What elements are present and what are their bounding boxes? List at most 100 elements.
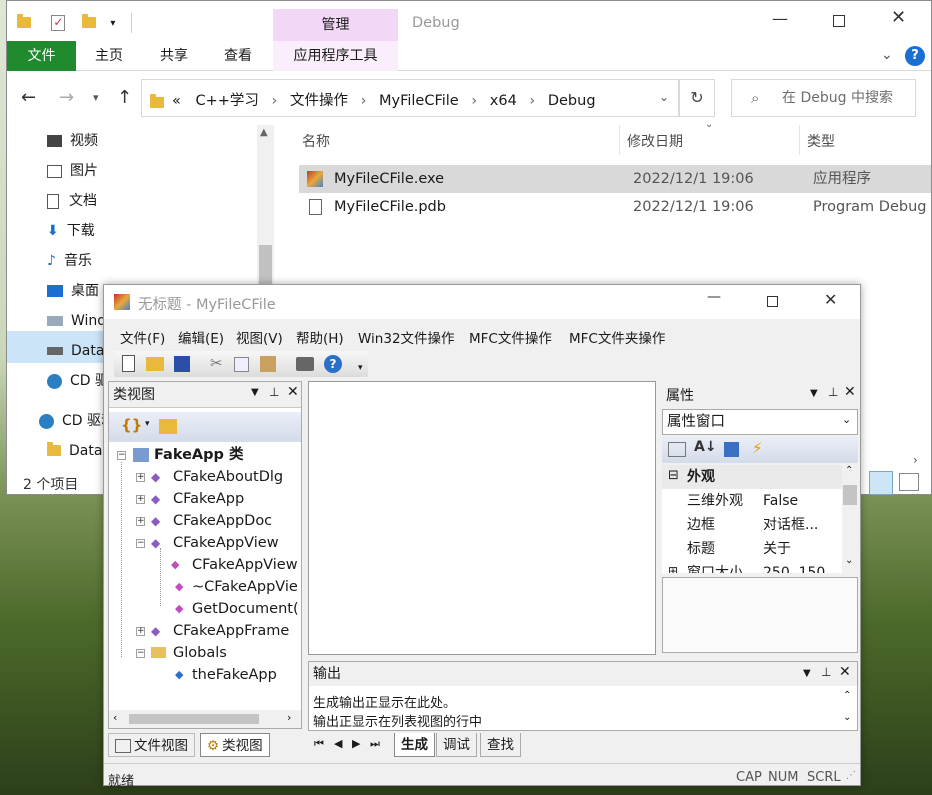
chevron-right-icon[interactable]: › (272, 93, 278, 109)
tab-debug[interactable]: 调试 (436, 733, 477, 757)
menu-file[interactable]: 文件(F) (120, 327, 165, 347)
nav-item-documents[interactable]: 文档 (47, 187, 97, 215)
about-help-icon[interactable]: ? (324, 355, 342, 373)
properties-check-icon[interactable]: ✓ (51, 15, 66, 31)
tab-file-view[interactable]: 文件视图 (108, 733, 195, 757)
tree-item-class[interactable]: CFakeAboutDlg (173, 466, 283, 488)
scroll-right-icon[interactable]: › (913, 453, 918, 467)
scroll-thumb[interactable] (259, 245, 272, 285)
collapse-icon[interactable]: − (136, 539, 145, 548)
scroll-up-icon[interactable]: ▲ (260, 127, 268, 138)
new-folder-icon[interactable] (159, 419, 177, 434)
file-row[interactable]: MyFileCFile.pdb 2022/12/1 19:06 Program … (299, 193, 932, 221)
chevron-right-icon[interactable]: › (471, 93, 477, 109)
class-sort-icon[interactable]: {} (121, 416, 142, 434)
paste-icon[interactable] (260, 356, 276, 372)
maximize-button[interactable] (767, 296, 778, 307)
breadcrumb-debug[interactable]: Debug (548, 93, 596, 109)
details-view-icon[interactable] (869, 471, 893, 495)
refresh-icon[interactable]: ↻ (679, 79, 715, 117)
property-row[interactable]: 边框 对话框... (687, 513, 847, 537)
categorized-icon[interactable] (668, 442, 686, 457)
property-row[interactable]: 窗口大小 250, 150 (687, 561, 847, 573)
pane-close-icon[interactable]: ✕ (839, 664, 851, 680)
alphabetical-sort-icon[interactable]: A↓ (694, 439, 717, 455)
properties-object-combo[interactable]: 属性窗口 (662, 409, 858, 435)
pin-icon[interactable]: ⊥ (269, 385, 279, 399)
pane-menu-icon[interactable]: ▼ (251, 387, 259, 398)
nav-item-data[interactable]: Data (47, 337, 104, 365)
copy-icon[interactable] (234, 357, 249, 372)
pin-icon[interactable]: ⊥ (828, 385, 838, 399)
tree-item-variable[interactable]: theFakeApp (192, 664, 277, 686)
tab-prev-icon[interactable]: ◀ (334, 737, 342, 750)
collapse-icon[interactable]: ⊟ (668, 468, 679, 483)
customize-dropdown-icon[interactable]: ▾ (110, 18, 115, 29)
menu-edit[interactable]: 编辑(E) (178, 327, 224, 347)
tab-next-icon[interactable]: ▶ (352, 737, 360, 750)
tab-share[interactable]: 共享 (145, 41, 203, 71)
tree-item-method[interactable]: GetDocument( (192, 598, 299, 620)
chevron-right-icon[interactable]: › (361, 93, 367, 109)
collapse-icon[interactable]: − (117, 451, 126, 460)
nav-item-pictures[interactable]: 图片 (47, 157, 98, 185)
scroll-left-icon[interactable]: ‹ (113, 711, 117, 724)
scroll-down-icon[interactable]: ⌄ (845, 555, 853, 566)
expand-ribbon-icon[interactable]: ⌄ (881, 47, 893, 63)
tab-build[interactable]: 生成 (394, 733, 435, 757)
expand-icon[interactable]: ⊞ (668, 564, 678, 573)
minimize-button[interactable]: — (707, 289, 721, 305)
tree-item-class[interactable]: CFakeAppView (173, 532, 279, 554)
folder-icon[interactable] (17, 13, 31, 28)
tree-item-globals[interactable]: Globals (173, 642, 227, 664)
pane-close-icon[interactable]: ✕ (287, 384, 299, 400)
expand-icon[interactable]: + (136, 517, 145, 526)
breadcrumb-overflow[interactable]: « (172, 93, 181, 109)
nav-item-videos[interactable]: 视频 (47, 127, 98, 155)
expand-icon[interactable]: + (136, 473, 145, 482)
toolbar-overflow-icon[interactable]: ▾ (358, 363, 363, 373)
tab-application-tools[interactable]: 应用程序工具 (273, 41, 398, 71)
nav-item-downloads[interactable]: ⬇ 下载 (47, 217, 95, 245)
large-icons-view-icon[interactable] (899, 473, 919, 491)
address-dropdown-icon[interactable]: ⌄ (659, 90, 669, 104)
property-row[interactable]: 三维外观 False (687, 489, 847, 513)
scroll-down-icon[interactable]: ⌄ (843, 712, 851, 723)
pane-menu-icon[interactable]: ▼ (803, 668, 811, 679)
column-name[interactable]: 名称 (302, 131, 330, 151)
tab-file[interactable]: 文件 (7, 41, 76, 71)
scroll-right-icon[interactable]: › (287, 711, 291, 724)
property-row[interactable]: 标题 关于 (687, 537, 847, 561)
recent-locations-icon[interactable]: ▾ (93, 91, 99, 104)
back-arrow-icon[interactable]: ← (21, 87, 36, 108)
address-bar[interactable]: « C++学习 › 文件操作 › MyFileCFile › x64 › Deb… (141, 79, 679, 117)
collapse-icon[interactable]: − (136, 649, 145, 658)
file-row[interactable]: MyFileCFile.exe 2022/12/1 19:06 应用程序 (299, 165, 931, 193)
scroll-thumb[interactable] (129, 714, 259, 724)
breadcrumb-project[interactable]: MyFileCFile (379, 93, 459, 109)
menu-mfc-folder-ops[interactable]: MFC文件夹操作 (569, 327, 665, 347)
close-button[interactable]: ✕ (824, 290, 837, 309)
tree-root[interactable]: FakeApp 类 (154, 444, 243, 466)
pane-close-icon[interactable]: ✕ (844, 384, 856, 400)
column-date[interactable]: 修改日期 (627, 131, 683, 151)
events-lightning-icon[interactable]: ⚡ (752, 439, 763, 457)
nav-item-desktop[interactable]: 桌面 (47, 277, 99, 305)
tree-item-method[interactable]: ~CFakeAppVie (192, 576, 298, 598)
minimize-button[interactable]: — (772, 9, 788, 28)
tab-view[interactable]: 查看 (209, 41, 267, 71)
nav-item-music[interactable]: ♪ 音乐 (47, 247, 92, 275)
menu-win32-file-ops[interactable]: Win32文件操作 (358, 327, 455, 347)
tree-item-method[interactable]: CFakeAppView (192, 554, 298, 576)
help-icon[interactable]: ? (905, 46, 925, 66)
breadcrumb-fileops[interactable]: 文件操作 (290, 93, 348, 109)
new-document-icon[interactable] (122, 355, 135, 372)
tab-first-icon[interactable]: ⏮ (314, 737, 324, 751)
up-arrow-icon[interactable]: ↑ (117, 87, 132, 108)
properties-icon[interactable] (724, 442, 739, 457)
nav-item-cd[interactable]: CD 驱 (47, 367, 109, 395)
expand-icon[interactable]: + (136, 627, 145, 636)
tree-item-class[interactable]: CFakeAppFrame (173, 620, 289, 642)
scroll-thumb[interactable] (843, 485, 857, 505)
chevron-right-icon[interactable]: › (529, 93, 535, 109)
